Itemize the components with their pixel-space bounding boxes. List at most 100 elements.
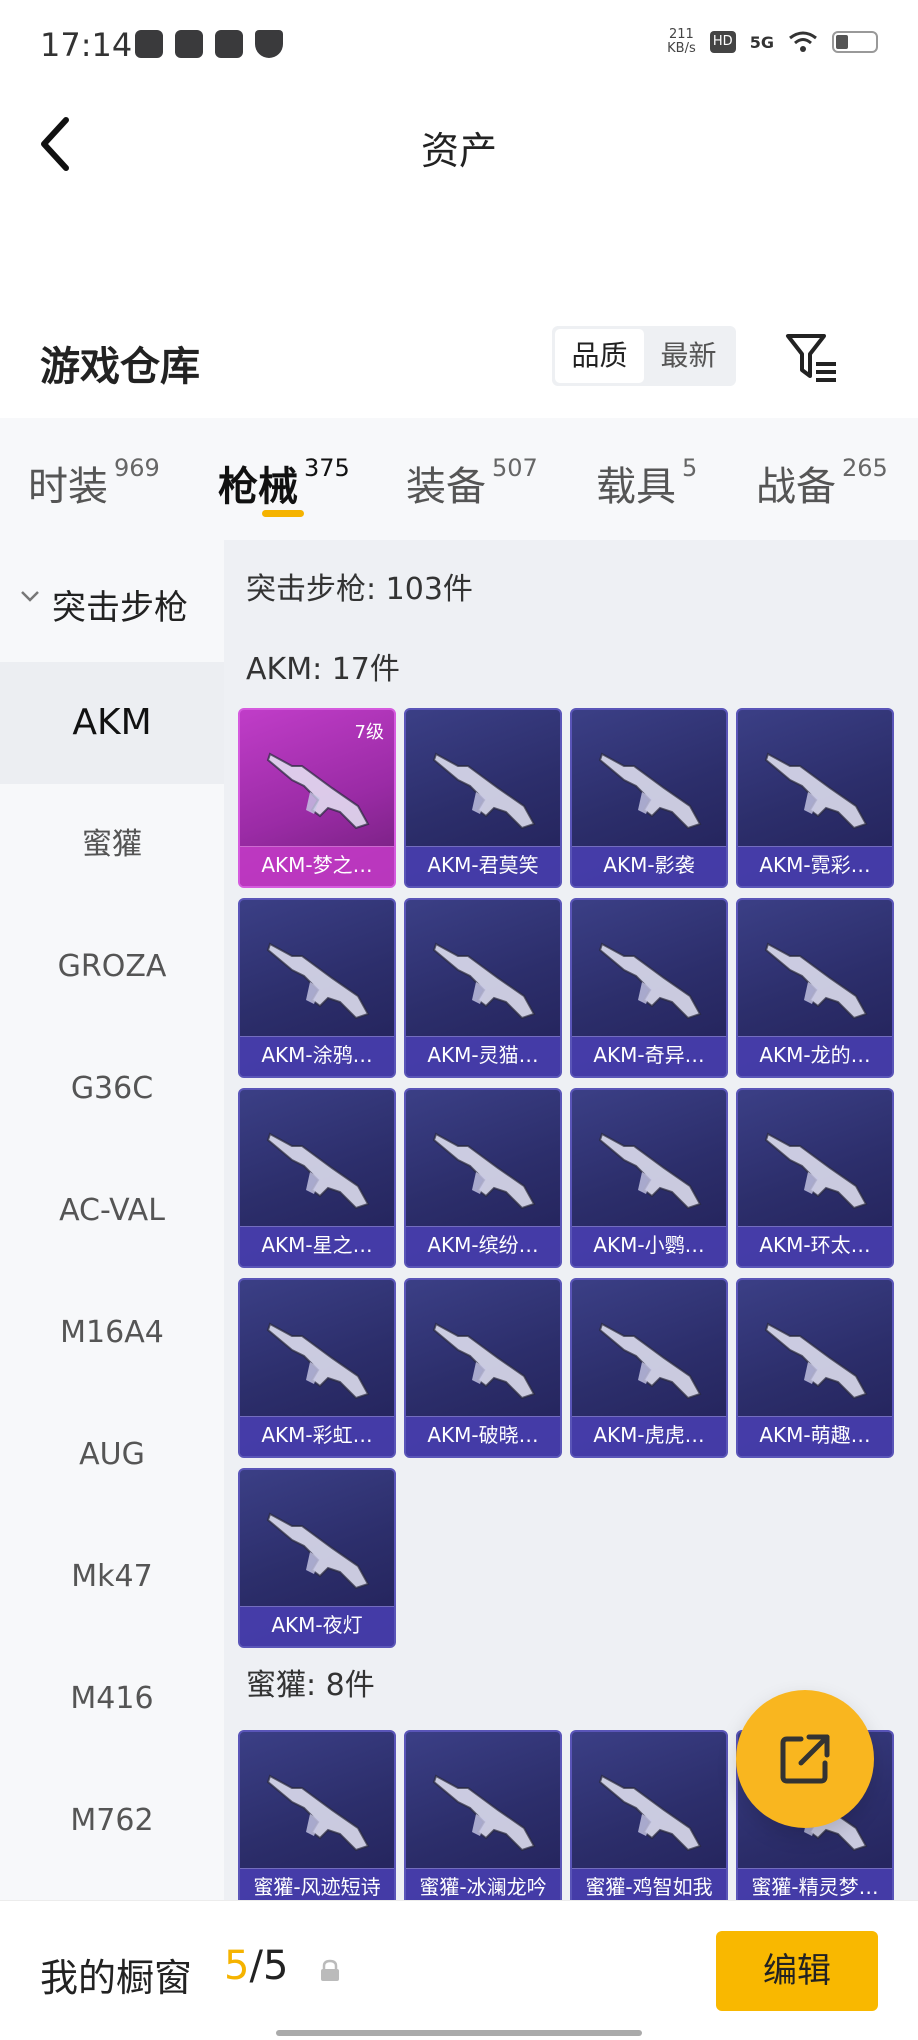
skin-card[interactable]: AKM-环太… <box>736 1088 894 1268</box>
weapon-skin-image <box>598 1322 702 1400</box>
weapon-skin-image <box>432 1774 536 1852</box>
sidebar-item-groza[interactable]: GROZA <box>0 906 224 1028</box>
weapon-skin-image <box>432 942 536 1020</box>
skin-name: AKM-影袭 <box>603 853 695 877</box>
skin-name: AKM-彩虹… <box>261 1423 373 1447</box>
page-header: 资产 <box>0 92 918 320</box>
skin-name: AKM-萌趣… <box>759 1423 871 1447</box>
battery-icon <box>832 31 878 53</box>
sort-toggle: 品质 最新 <box>552 326 736 386</box>
showcase-count: 5/5 <box>224 1943 289 1989</box>
weapon-skin-image <box>266 942 370 1020</box>
skin-name: AKM-虎虎… <box>593 1423 705 1447</box>
tab-guns[interactable]: 枪械 375 <box>218 454 350 512</box>
hd-icon: HD <box>709 31 736 53</box>
warehouse-title: 游戏仓库 <box>40 344 200 390</box>
sidebar-item-m16a4[interactable]: M16A4 <box>0 1272 224 1394</box>
skin-name: AKM-缤纷… <box>427 1233 539 1257</box>
summary-title: 突击步枪: 103件 <box>246 572 473 607</box>
skin-card[interactable]: AKM-星之… <box>238 1088 396 1268</box>
category-tabs: 时装 969 枪械 375 装备 507 载具 5 战备 265 <box>0 418 918 540</box>
skin-name: AKM-小鹦… <box>593 1233 705 1257</box>
weapon-skin-image <box>764 1132 868 1210</box>
sidebar-item-akm[interactable]: AKM <box>0 662 224 784</box>
weapon-skin-image <box>598 1132 702 1210</box>
showcase-label: 我的橱窗 <box>40 1956 193 2000</box>
weapon-skin-image <box>764 752 868 830</box>
sidebar-item-honey-badger[interactable]: 蜜獾 <box>0 784 224 906</box>
group-title-honey-badger: 蜜獾: 8件 <box>246 1668 375 1703</box>
sidebar-item-mk47[interactable]: Mk47 <box>0 1516 224 1638</box>
skin-card[interactable]: AKM-萌趣… <box>736 1278 894 1458</box>
skin-card[interactable]: 蜜獾-冰澜龙吟 <box>404 1730 562 1900</box>
share-button[interactable] <box>736 1690 874 1828</box>
skin-name: AKM-奇异… <box>593 1043 705 1067</box>
weapon-skin-image <box>764 1322 868 1400</box>
sort-newest-button[interactable]: 最新 <box>644 329 733 383</box>
skin-name: AKM-君莫笑 <box>427 853 539 877</box>
weapon-skin-image <box>598 752 702 830</box>
weapon-skin-image <box>432 752 536 830</box>
skin-name: 蜜獾-精灵梦… <box>751 1875 879 1899</box>
skin-card[interactable]: 蜜獾-风迹短诗 <box>238 1730 396 1900</box>
sidebar-item-aug[interactable]: AUG <box>0 1394 224 1516</box>
weapon-skin-image <box>266 752 370 830</box>
tab-equipment[interactable]: 装备 507 <box>406 454 538 512</box>
skin-card[interactable]: AKM-影袭 <box>570 708 728 888</box>
shield-icon <box>255 30 283 58</box>
weapon-skin-image <box>266 1322 370 1400</box>
skin-card[interactable]: 7级 AKM-梦之… <box>238 708 396 888</box>
skin-card[interactable]: 蜜獾-鸡智如我 <box>570 1730 728 1900</box>
skin-card[interactable]: AKM-涂鸦… <box>238 898 396 1078</box>
status-time: 17:14 <box>40 26 133 64</box>
weapon-skin-image <box>266 1132 370 1210</box>
group-title-akm: AKM: 17件 <box>246 652 400 687</box>
cat-app-icon <box>175 30 203 58</box>
skin-card[interactable]: AKM-缤纷… <box>404 1088 562 1268</box>
sidebar-item-ac-val[interactable]: AC-VAL <box>0 1150 224 1272</box>
skin-card[interactable]: AKM-霓彩… <box>736 708 894 888</box>
weapon-skin-image <box>432 1132 536 1210</box>
skin-card[interactable]: AKM-破晓… <box>404 1278 562 1458</box>
skin-card[interactable]: AKM-虎虎… <box>570 1278 728 1458</box>
skin-card[interactable]: AKM-夜灯 <box>238 1468 396 1648</box>
weapon-sidebar: 突击步枪 AKM 蜜獾 GROZA G36C AC-VAL M16A4 AUG … <box>0 540 224 1900</box>
skin-name: AKM-星之… <box>261 1233 373 1257</box>
sidebar-item-m416[interactable]: M416 <box>0 1638 224 1760</box>
sidebar-item-g36c[interactable]: G36C <box>0 1028 224 1150</box>
tab-vehicles[interactable]: 载具 5 <box>596 454 697 512</box>
page-title: 资产 <box>420 129 497 173</box>
tab-fashion[interactable]: 时装 969 <box>28 454 160 512</box>
chevron-down-icon <box>21 591 39 602</box>
skin-name: AKM-灵猫… <box>427 1043 539 1067</box>
skin-card[interactable]: AKM-小鹦… <box>570 1088 728 1268</box>
active-tab-indicator <box>262 510 304 517</box>
weapon-skin-image <box>598 942 702 1020</box>
skin-card[interactable]: AKM-龙的… <box>736 898 894 1078</box>
weapon-skin-image <box>432 1322 536 1400</box>
weapon-skin-image <box>598 1774 702 1852</box>
app-notification-icon <box>135 30 163 58</box>
weapon-skin-image <box>764 942 868 1020</box>
skin-card[interactable]: AKM-灵猫… <box>404 898 562 1078</box>
category-collapse[interactable]: 突击步枪 <box>0 540 224 662</box>
skin-card[interactable]: AKM-彩虹… <box>238 1278 396 1458</box>
filter-icon[interactable] <box>784 330 840 386</box>
skin-card[interactable]: AKM-奇异… <box>570 898 728 1078</box>
notification-icons <box>135 30 283 58</box>
warehouse-bar: 游戏仓库 品质 最新 <box>0 300 918 418</box>
app-notification-icon <box>215 30 243 58</box>
weapon-skin-image <box>266 1512 370 1590</box>
home-indicator <box>276 2030 642 2036</box>
skin-name: AKM-涂鸦… <box>261 1043 373 1067</box>
sidebar-item-m762[interactable]: M762 <box>0 1760 224 1882</box>
skin-name: AKM-破晓… <box>427 1423 539 1447</box>
skin-name: 蜜獾-鸡智如我 <box>585 1875 713 1899</box>
skin-card[interactable]: AKM-君莫笑 <box>404 708 562 888</box>
lock-icon <box>321 1959 339 1981</box>
sort-quality-button[interactable]: 品质 <box>555 329 644 383</box>
skin-name: AKM-夜灯 <box>271 1613 363 1637</box>
skin-name: AKM-环太… <box>759 1233 871 1257</box>
tab-supplies[interactable]: 战备 265 <box>756 454 888 512</box>
edit-button[interactable]: 编辑 <box>716 1931 878 2011</box>
